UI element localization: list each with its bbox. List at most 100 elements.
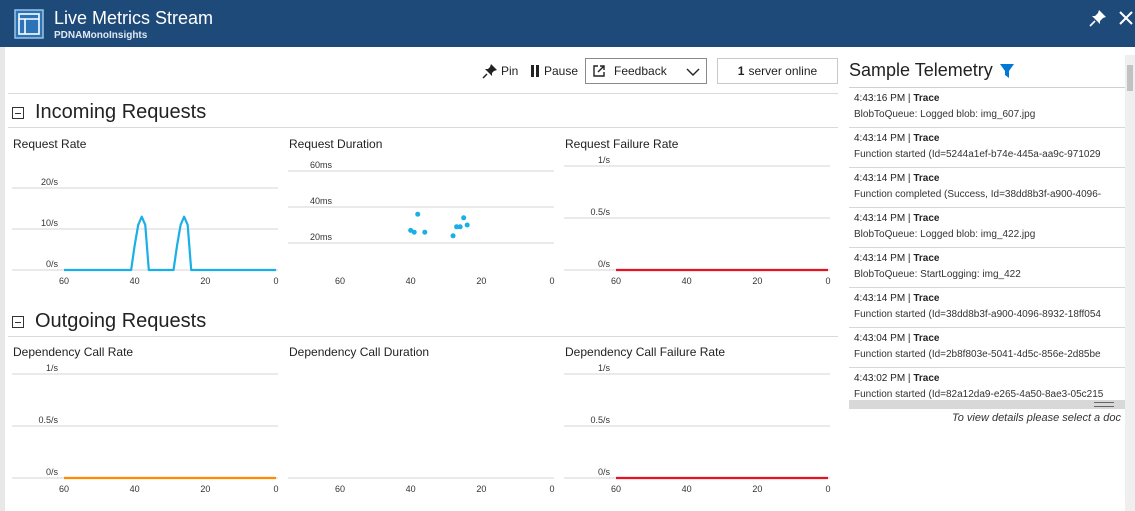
telemetry-message: BlobToQueue: StartLogging: img_422 xyxy=(854,269,1021,280)
splitter-grip[interactable] xyxy=(1094,402,1114,407)
telemetry-item[interactable]: 4:43:14 PM | Trace BlobToQueue: StartLogg… xyxy=(849,248,1125,288)
telemetry-message: Function started (Id=38dd8b3f-a900-4096-… xyxy=(854,309,1101,320)
feedback-dropdown[interactable]: Feedback xyxy=(585,58,707,84)
telemetry-item-meta: 4:43:14 PM | Trace xyxy=(854,293,1125,304)
y-tick-label: 10/s xyxy=(41,218,59,228)
telemetry-item[interactable]: 4:43:14 PM | Trace Function started (Id=3… xyxy=(849,288,1125,328)
telemetry-list[interactable]: 4:43:16 PM | Trace BlobToQueue: Logged bl… xyxy=(849,87,1125,400)
telemetry-time: 4:43:02 PM xyxy=(854,373,906,384)
dependency-call-failure-rate-chart: 0/s 0.5/s 1/s 60 40 20 0 xyxy=(564,363,831,494)
request-duration-title: Request Duration xyxy=(289,137,383,151)
y-tick-label: 0.5/s xyxy=(590,207,610,217)
series-line xyxy=(64,215,276,272)
telemetry-time: 4:43:14 PM xyxy=(854,213,906,224)
x-tick-label: 40 xyxy=(130,276,140,286)
pin-button[interactable]: Pin xyxy=(482,62,518,80)
request-rate-title: Request Rate xyxy=(13,137,87,151)
telemetry-item-meta: 4:43:14 PM | Trace xyxy=(854,253,1125,264)
request-failure-rate-title: Request Failure Rate xyxy=(565,137,679,151)
telemetry-item-meta: 4:43:14 PM | Trace xyxy=(854,213,1125,224)
telemetry-message: BlobToQueue: Logged blob: img_607.jpg xyxy=(854,109,1036,120)
x-tick-label: 60 xyxy=(611,484,621,494)
x-tick-label: 40 xyxy=(682,276,692,286)
panel-splitter[interactable] xyxy=(849,400,1125,409)
data-point xyxy=(422,229,428,235)
telemetry-type: Trace xyxy=(913,173,940,184)
left-scrollbar[interactable] xyxy=(0,47,5,511)
data-point xyxy=(464,222,470,228)
x-tick-label: 60 xyxy=(335,484,345,494)
telemetry-type: Trace xyxy=(913,93,940,104)
dependency-call-rate-chart: 0/s 0.5/s 1/s 60 40 20 0 xyxy=(12,363,279,494)
live-metrics-icon xyxy=(14,9,44,39)
telemetry-item[interactable]: 4:43:14 PM | Trace Function started (Id=5… xyxy=(849,128,1125,168)
x-tick-label: 40 xyxy=(130,484,140,494)
telemetry-item[interactable]: 4:43:04 PM | Trace Function started (Id=2… xyxy=(849,328,1125,368)
y-tick-label: 1/s xyxy=(46,363,59,373)
x-tick-label: 20 xyxy=(752,276,762,286)
scrollbar-thumb[interactable] xyxy=(1127,65,1133,91)
telemetry-item-meta: 4:43:14 PM | Trace xyxy=(854,133,1125,144)
data-point xyxy=(415,211,421,217)
y-tick-label: 1/s xyxy=(598,155,611,165)
server-status-text: server online xyxy=(748,64,818,78)
telemetry-time: 4:43:04 PM xyxy=(854,333,906,344)
x-tick-label: 20 xyxy=(476,276,486,286)
data-point xyxy=(450,233,456,239)
telemetry-type: Trace xyxy=(913,373,940,384)
collapse-icon[interactable] xyxy=(12,106,24,119)
telemetry-type: Trace xyxy=(913,333,940,344)
data-point xyxy=(461,215,467,221)
server-status: 1 server online xyxy=(717,58,838,84)
pin-icon[interactable] xyxy=(1088,8,1108,28)
y-tick-label: 0.5/s xyxy=(590,415,610,425)
telemetry-time: 4:43:14 PM xyxy=(854,133,906,144)
x-tick-label: 0 xyxy=(273,276,278,286)
y-tick-label: 1/s xyxy=(598,363,611,373)
telemetry-item-meta: 4:43:02 PM | Trace xyxy=(854,373,1125,384)
pin-label: Pin xyxy=(501,64,519,78)
y-tick-label: 40ms xyxy=(310,196,333,206)
telemetry-type: Trace xyxy=(913,213,940,224)
outgoing-divider xyxy=(8,336,838,337)
collapse-icon[interactable] xyxy=(12,315,24,328)
y-tick-label: 20ms xyxy=(310,232,333,242)
telemetry-message: Function started (Id=2b8f803e-5041-4d5c-… xyxy=(854,349,1101,360)
telemetry-item[interactable]: 4:43:02 PM | Trace Function started (Id=8… xyxy=(849,368,1125,400)
telemetry-item[interactable]: 4:43:14 PM | Trace Function completed (Su… xyxy=(849,168,1125,208)
telemetry-item-meta: 4:43:04 PM | Trace xyxy=(854,333,1125,344)
x-tick-label: 60 xyxy=(335,276,345,286)
x-tick-label: 0 xyxy=(549,276,554,286)
title-bar: Live Metrics Stream PDNAMonoInsights xyxy=(0,0,1135,47)
external-link-icon xyxy=(593,65,605,77)
telemetry-item[interactable]: 4:43:14 PM | Trace BlobToQueue: Logged bl… xyxy=(849,208,1125,248)
incoming-divider xyxy=(8,127,838,128)
x-tick-label: 20 xyxy=(200,276,210,286)
incoming-requests-title: Incoming Requests xyxy=(35,101,207,123)
x-tick-label: 40 xyxy=(406,276,416,286)
sample-telemetry-title: Sample Telemetry xyxy=(849,60,993,80)
telemetry-time: 4:43:14 PM xyxy=(854,293,906,304)
y-tick-label: 0/s xyxy=(46,467,59,477)
chevron-down-icon xyxy=(686,68,700,76)
x-tick-label: 40 xyxy=(406,484,416,494)
pause-icon xyxy=(531,65,539,77)
filter-icon[interactable] xyxy=(999,63,1015,79)
request-duration-chart: 20ms 40ms 60ms 60 40 20 0 xyxy=(288,160,555,286)
telemetry-item-meta: 4:43:14 PM | Trace xyxy=(854,173,1125,184)
dependency-call-duration-chart: 60 40 20 0 xyxy=(288,477,555,494)
close-icon[interactable] xyxy=(1116,8,1135,28)
y-tick-label: 0/s xyxy=(598,467,611,477)
y-tick-label: 20/s xyxy=(41,177,59,187)
dependency-call-failure-rate-title: Dependency Call Failure Rate xyxy=(565,345,726,359)
telemetry-item[interactable]: 4:43:16 PM | Trace BlobToQueue: Logged bl… xyxy=(849,88,1125,128)
feedback-label: Feedback xyxy=(614,64,667,78)
right-scrollbar[interactable] xyxy=(1125,55,1135,511)
incoming-requests-header[interactable]: Incoming Requests xyxy=(12,101,206,124)
x-tick-label: 60 xyxy=(59,276,69,286)
telemetry-message: Function completed (Success, Id=38dd8b3f… xyxy=(854,189,1102,200)
telemetry-time: 4:43:16 PM xyxy=(854,93,906,104)
pause-button[interactable]: Pause xyxy=(529,62,578,80)
x-tick-label: 0 xyxy=(825,484,830,494)
outgoing-requests-header[interactable]: Outgoing Requests xyxy=(12,310,206,333)
